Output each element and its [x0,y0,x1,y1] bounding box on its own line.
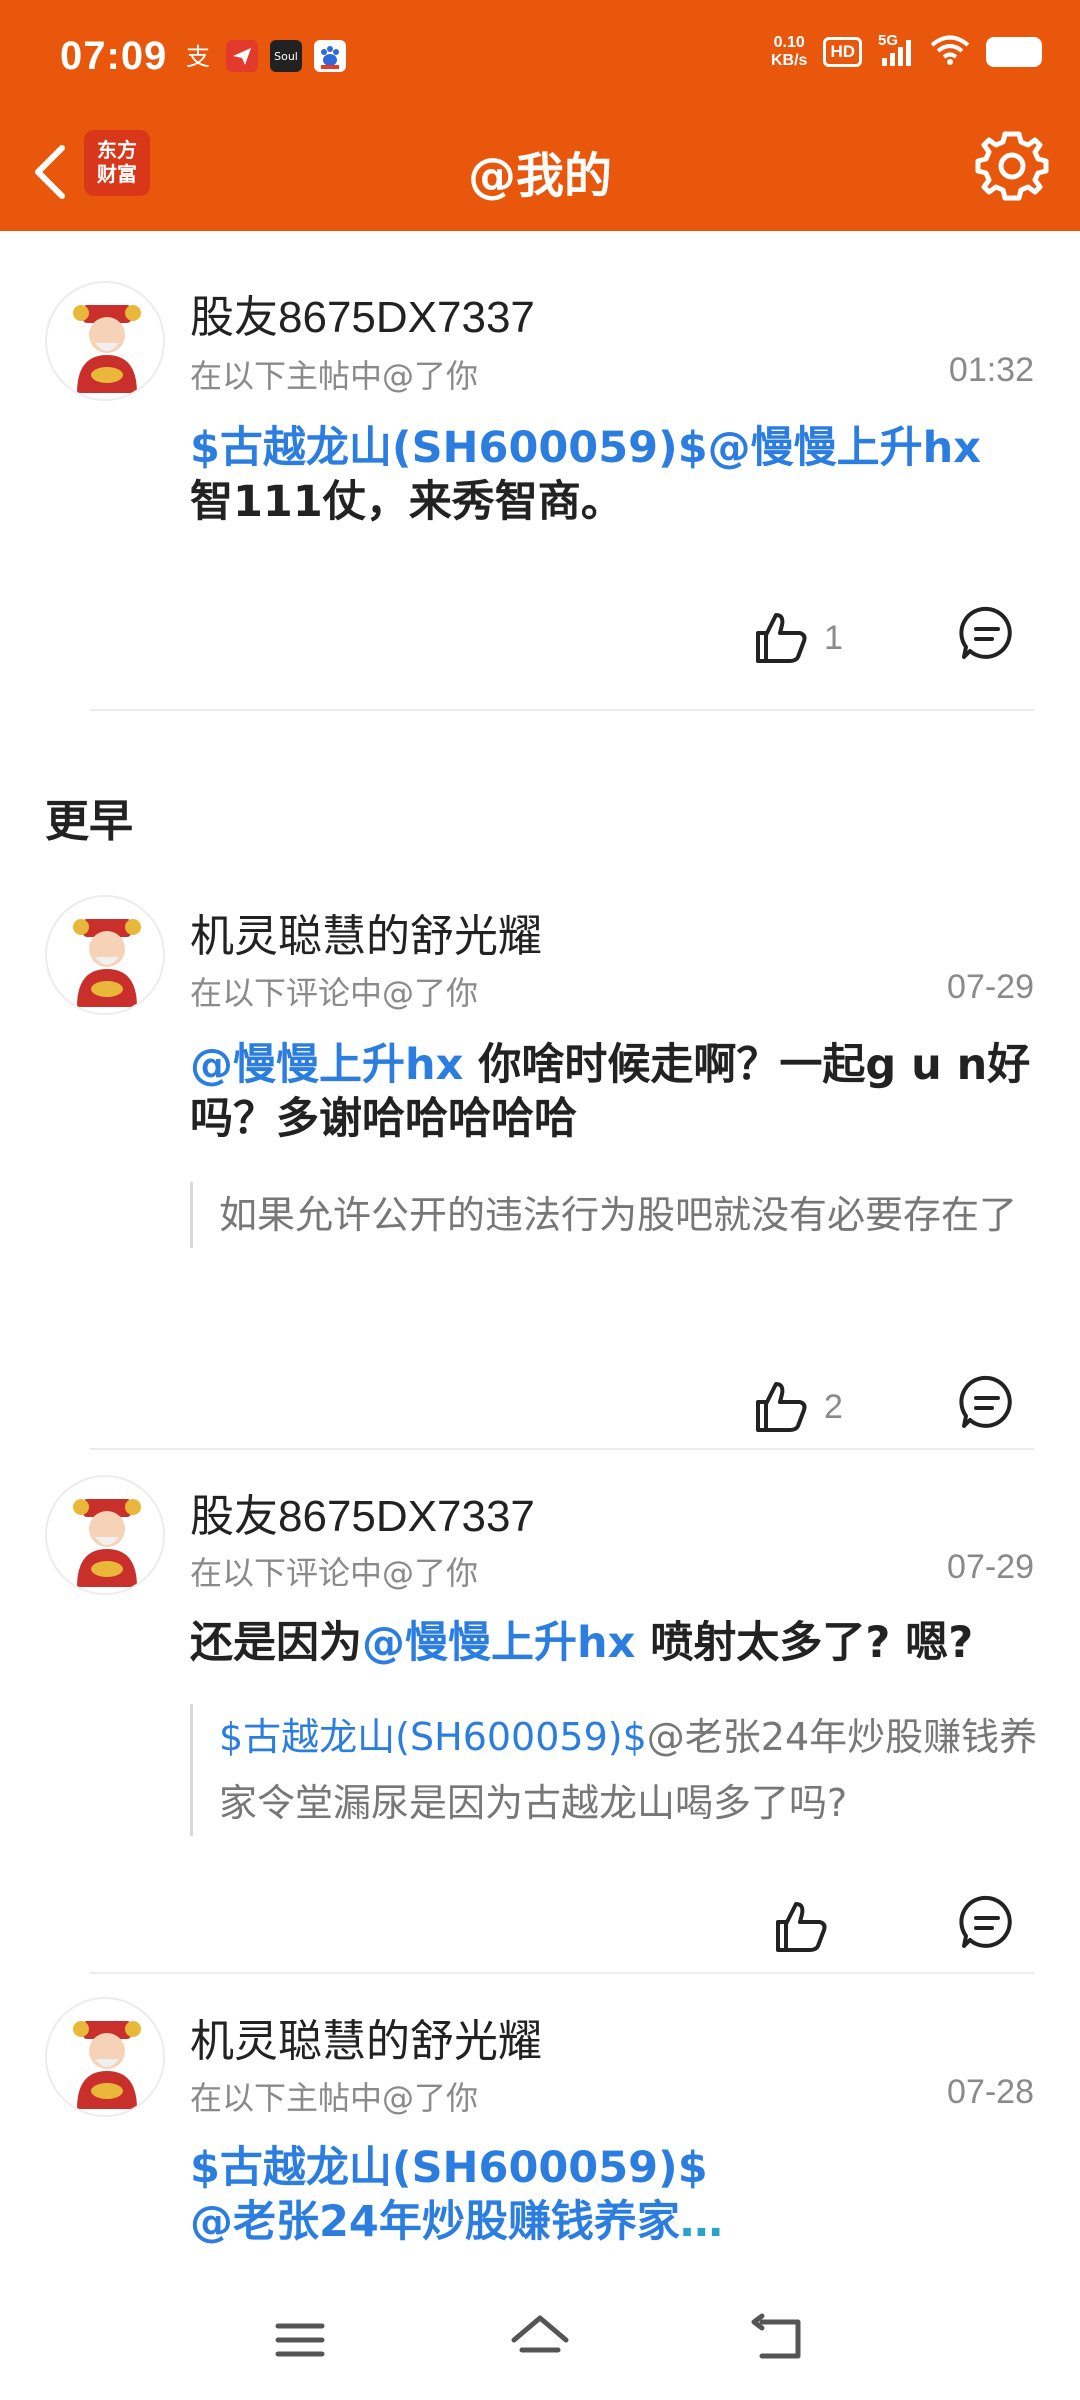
mention-source: 在以下主帖中@了你 [190,357,479,395]
comment-button[interactable] [958,1372,1018,1432]
post-content[interactable]: $古越龙山(SH600059)$@慢慢上升hx 智111仗，来秀智商。 [190,421,1040,529]
comment-content[interactable]: @慢慢上升hx 你啥时候走啊？一起g u n好吗？多谢哈哈哈哈哈 [190,1038,1040,1146]
mention-link[interactable]: @慢慢上升hx [190,1040,463,1090]
like-button[interactable]: 1 [752,603,862,673]
mention-source: 在以下评论中@了你 [190,1554,479,1592]
soul-app-icon: Soul [270,40,302,72]
alipay-icon: 支 [182,40,214,72]
home-button[interactable] [508,2308,572,2372]
mention-time: 07-29 [947,968,1034,1006]
baidu-icon [314,40,346,72]
mention-link[interactable]: @慢慢上升hx [362,1618,635,1668]
divider [90,1448,1034,1450]
battery-icon [986,37,1042,67]
back-nav-button[interactable] [748,2308,812,2372]
status-time: 07:09 [60,34,168,78]
avatar[interactable] [45,895,165,1015]
hd-badge: HD [823,37,862,67]
mention-source: 在以下主帖中@了你 [190,2079,479,2117]
fortune-god-avatar-icon [49,899,163,1013]
mention-item[interactable]: 股友8675DX7337 在以下主帖中@了你 01:32 $古越龙山(SH600… [0,231,1080,711]
username[interactable]: 机灵聪慧的舒光耀 [190,2005,542,2069]
stock-link[interactable]: $古越龙山(SH600059)$ [190,2143,708,2193]
like-count: 2 [824,1387,843,1426]
username[interactable]: 股友8675DX7337 [190,281,535,345]
more-indicator[interactable]: … [680,2197,723,2247]
mention-time: 07-29 [947,1548,1034,1586]
mention-link[interactable]: @老张24年炒股赚钱养家 [190,2197,680,2247]
status-indicators: 0.10 KB/s HD 5G [770,32,1042,70]
like-button[interactable] [772,1892,882,1962]
send-icon [226,40,258,72]
mention-source: 在以下评论中@了你 [190,974,479,1012]
status-app-icons: 支 Soul [182,40,346,72]
menu-button[interactable] [268,2308,332,2372]
net-speed: 0.10 KB/s [770,34,808,69]
nav-bar: 东方 财富 @我的 [0,118,1080,231]
status-bar: 07:09 支 Soul 0.10 KB/s HD 5G [0,0,1080,118]
post-content[interactable]: $古越龙山(SH600059)$ @老张24年炒股赚钱养家… [190,2141,1040,2249]
mention-time: 07-28 [947,2073,1034,2111]
quoted-post[interactable]: 如果允许公开的违法行为股吧就没有必要存在了 [190,1182,1040,1248]
like-count: 1 [824,618,843,657]
gear-icon [975,131,1049,201]
thumbs-up-icon [756,613,807,663]
thumbs-up-icon [756,1382,807,1432]
mention-item[interactable]: 机灵聪慧的舒光耀 在以下主帖中@了你 07-28 $古越龙山(SH600059)… [0,1985,1080,2285]
mention-time: 01:32 [948,351,1034,389]
mention-item[interactable]: 股友8675DX7337 在以下评论中@了你 07-29 还是因为@慢慢上升hx… [0,1460,1080,1980]
comment-icon [959,1375,1012,1428]
like-button[interactable]: 2 [752,1372,862,1442]
wifi-icon [930,34,970,70]
fortune-god-avatar-icon [49,285,163,399]
app-header: 07:09 支 Soul 0.10 KB/s HD 5G 东方 财富 @我的 [0,0,1080,231]
menu-icon [275,2323,325,2357]
comment-content[interactable]: 还是因为@慢慢上升hx 喷射太多了? 嗯? [190,1616,1076,1670]
username[interactable]: 股友8675DX7337 [190,1480,535,1544]
avatar[interactable] [45,1997,165,2117]
settings-button[interactable] [974,128,1050,204]
section-title-earlier: 更早 [45,796,133,847]
divider [90,709,1034,711]
avatar[interactable] [45,281,165,401]
thumbs-up-icon [776,1902,827,1952]
fortune-god-avatar-icon [49,2001,163,2115]
svg-text:支: 支 [186,43,210,71]
comment-icon [959,606,1012,659]
home-icon [511,2315,569,2353]
avatar[interactable] [45,1475,165,1595]
fortune-god-avatar-icon [49,1479,163,1593]
divider [90,1972,1034,1974]
quoted-post[interactable]: $古越龙山(SH600059)$@老张24年炒股赚钱养家令堂漏尿是因为古越龙山喝… [190,1704,1040,1836]
back-arrow-icon [751,2313,801,2359]
mention-item[interactable]: 机灵聪慧的舒光耀 在以下评论中@了你 07-29 @慢慢上升hx 你啥时候走啊？… [0,880,1080,1450]
comment-button[interactable] [958,603,1018,663]
system-nav-bar [0,2280,1080,2400]
comment-button[interactable] [958,1892,1018,1952]
post-link[interactable]: $古越龙山(SH600059)$@慢慢上升hx [190,423,981,473]
comment-icon [959,1895,1012,1948]
page-title: @我的 [467,148,612,204]
username[interactable]: 机灵聪慧的舒光耀 [190,900,542,964]
stock-link[interactable]: $古越龙山(SH600059)$ [219,1715,647,1759]
signal-icon: 5G [878,32,914,68]
